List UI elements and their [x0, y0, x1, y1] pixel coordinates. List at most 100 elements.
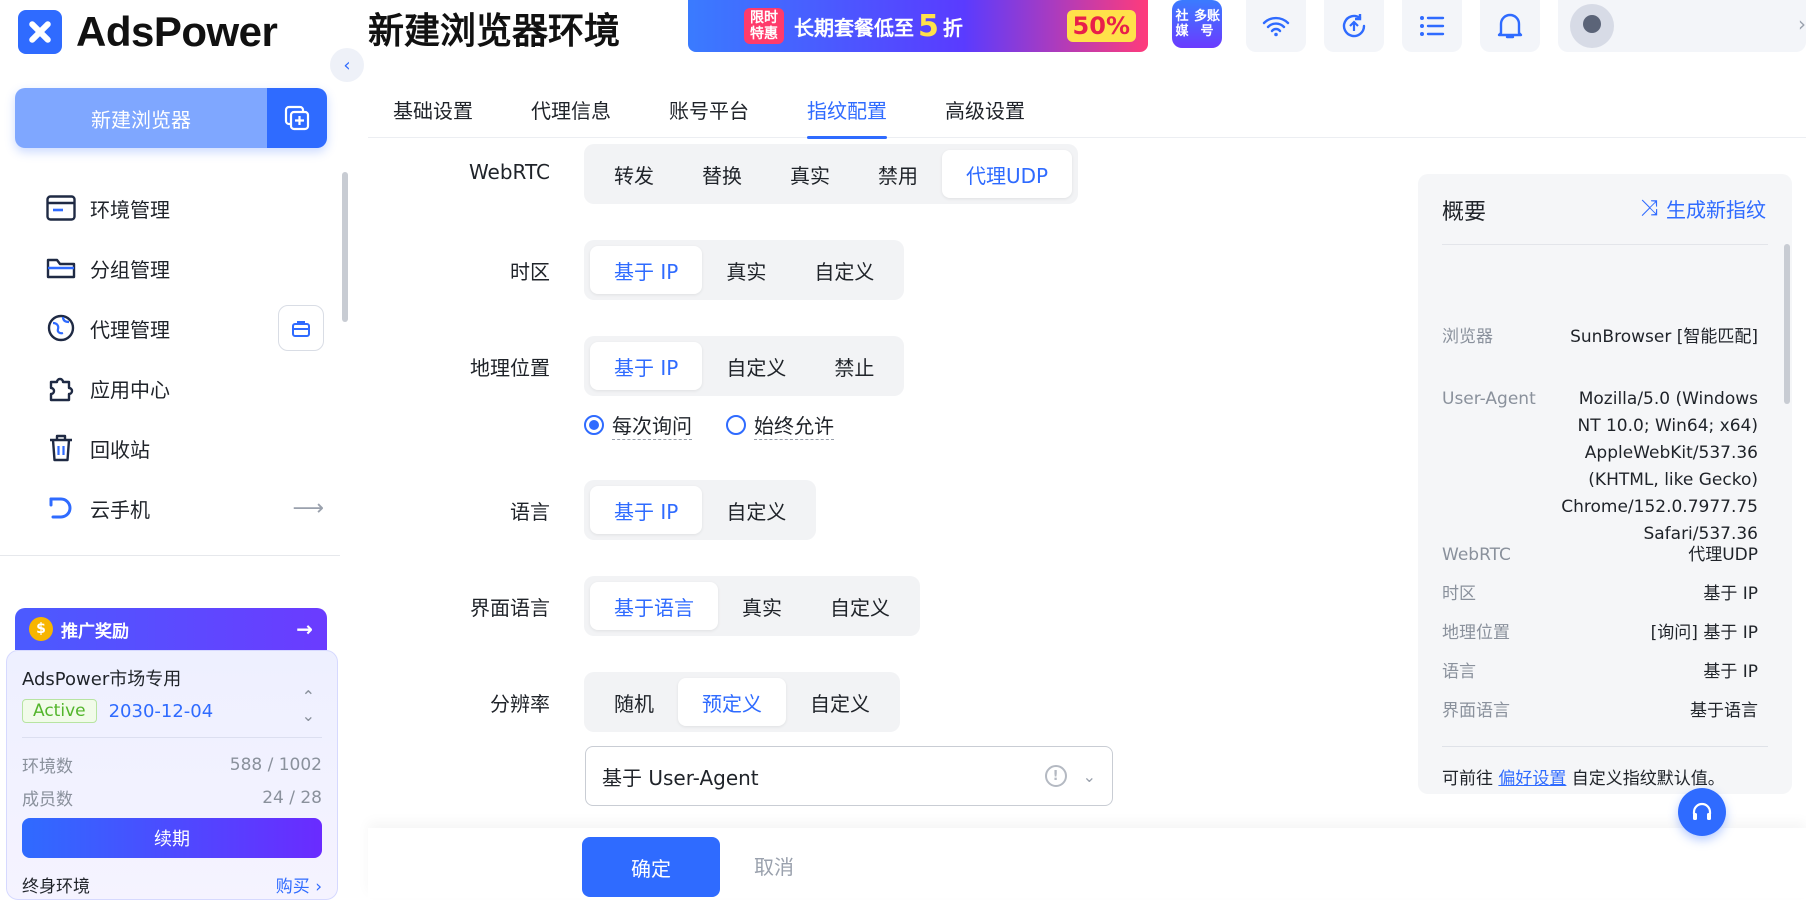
geolocation-option-custom[interactable]: 自定义 — [702, 342, 810, 390]
buy-link[interactable]: 购买 › — [276, 872, 322, 897]
tab-proxy[interactable]: 代理信息 — [506, 80, 636, 138]
ui-language-label: 界面语言 — [470, 596, 550, 620]
promo-reward-bar[interactable]: $ 推广奖励 → — [15, 608, 327, 650]
geolocation-option-block[interactable]: 禁止 — [810, 342, 898, 390]
sidebar-item-apps[interactable]: 应用中心 — [44, 358, 324, 418]
collapse-sidebar-icon[interactable]: ‹ — [330, 48, 364, 82]
summary-scrollbar[interactable] — [1784, 244, 1790, 404]
webrtc-option-forward[interactable]: 转发 — [590, 150, 678, 198]
arrow-right-icon: ⟶ — [292, 495, 324, 521]
summary-row-browser: 浏览器 SunBrowser [智能匹配] — [1442, 327, 1758, 347]
resolution-select-value: 基于 User-Agent — [602, 765, 759, 790]
puzzle-icon — [44, 371, 78, 405]
logo-text: AdsPower — [76, 8, 278, 55]
renew-button[interactable]: 续期 — [22, 818, 322, 858]
cloud-phone-icon — [44, 491, 78, 525]
tab-basic[interactable]: 基础设置 — [368, 80, 498, 138]
language-option-ip[interactable]: 基于 IP — [590, 486, 703, 534]
tab-platform[interactable]: 账号平台 — [644, 80, 774, 138]
webrtc-option-disable[interactable]: 禁用 — [854, 150, 942, 198]
promo-banner[interactable]: 限时 特惠 长期套餐低至 5 折 50% — [688, 0, 1148, 52]
radio-ask-each-time[interactable] — [584, 415, 604, 435]
lifetime-env-label: 终身环境 — [22, 877, 90, 897]
resolution-option-predefined[interactable]: 预定义 — [678, 678, 786, 726]
radio-allow-label[interactable]: 始终允许 — [754, 410, 834, 440]
sidebar-item-group[interactable]: 分组管理 — [44, 238, 324, 298]
sidebar-item-label: 云手机 — [90, 497, 150, 522]
folder-icon — [44, 251, 78, 285]
env-count-label: 环境数 — [22, 757, 73, 777]
language-segmented: 基于 IP 自定义 — [584, 480, 817, 540]
sidebar-divider — [0, 555, 340, 556]
chevron-right-icon: › — [1798, 12, 1806, 36]
network-icon[interactable] — [1246, 0, 1306, 52]
resolution-option-custom[interactable]: 自定义 — [786, 678, 894, 726]
sidebar-item-trash[interactable]: 回收站 — [44, 418, 324, 478]
webrtc-option-proxy-udp[interactable]: 代理UDP — [942, 150, 1073, 198]
timezone-segmented: 基于 IP 真实 自定义 — [584, 240, 905, 300]
support-headset-icon[interactable] — [1678, 788, 1726, 836]
tab-fingerprint[interactable]: 指纹配置 — [782, 80, 912, 139]
summary-row-geolocation: 地理位置 [询问] 基于 IP — [1442, 623, 1758, 643]
geolocation-permission-radios: 每次询问 始终允许 — [584, 410, 868, 440]
shuffle-icon: ⤨ — [1640, 196, 1658, 221]
summary-title: 概要 — [1442, 200, 1487, 225]
generate-label: 生成新指纹 — [1666, 198, 1766, 222]
tab-advanced[interactable]: 高级设置 — [920, 80, 1050, 138]
summary-panel: 概要 ⤨ 生成新指纹 浏览器 SunBrowser [智能匹配] User-Age… — [1418, 174, 1792, 794]
ui-language-option-real[interactable]: 真实 — [718, 582, 806, 630]
radio-always-allow[interactable] — [726, 415, 746, 435]
sidebar-item-proxy[interactable]: 代理管理 — [44, 298, 324, 358]
sidebar-item-label: 回收站 — [90, 437, 150, 462]
logo[interactable]: AdsPower — [18, 8, 278, 56]
timezone-option-real[interactable]: 真实 — [702, 246, 790, 294]
task-list-icon[interactable] — [1402, 0, 1462, 52]
resolution-option-random[interactable]: 随机 — [590, 678, 678, 726]
coin-icon: $ — [29, 617, 53, 641]
webrtc-option-replace[interactable]: 替换 — [678, 150, 766, 198]
ui-language-option-custom[interactable]: 自定义 — [806, 582, 914, 630]
new-browser-button[interactable]: 新建浏览器 — [15, 88, 327, 148]
sidebar-scrollbar[interactable] — [342, 172, 348, 322]
new-browser-label[interactable]: 新建浏览器 — [15, 88, 267, 148]
timezone-label: 时区 — [510, 260, 550, 284]
batch-add-icon[interactable] — [267, 88, 327, 148]
main-content: 基础设置 代理信息 账号平台 指纹配置 高级设置 WebRTC 转发 替换 真实… — [368, 60, 1806, 898]
banner-text: 长期套餐低至 — [794, 15, 914, 40]
member-count-value: 24 / 28 — [262, 787, 322, 808]
social-multi-account-button[interactable]: 社媒 多账号 — [1172, 0, 1222, 48]
plan-name: AdsPower市场专用 — [22, 669, 182, 690]
trash-icon — [44, 431, 78, 465]
radio-ask-label[interactable]: 每次询问 — [612, 410, 692, 440]
language-option-custom[interactable]: 自定义 — [702, 486, 810, 534]
promo-label: 推广奖励 — [61, 621, 129, 642]
preference-note: 可前往 偏好设置 自定义指纹默认值。 — [1442, 769, 1725, 789]
member-count-label: 成员数 — [22, 790, 73, 810]
banner-percent: 50% — [1066, 10, 1136, 42]
generate-fingerprint-button[interactable]: ⤨ 生成新指纹 — [1640, 194, 1766, 223]
sync-icon[interactable] — [1324, 0, 1384, 52]
info-icon[interactable]: ! — [1044, 765, 1067, 787]
cancel-button[interactable]: 取消 — [754, 851, 794, 880]
timezone-option-ip[interactable]: 基于 IP — [590, 246, 703, 294]
preferences-link[interactable]: 偏好设置 — [1498, 769, 1566, 789]
expand-icon[interactable]: ⌃ ⌄ — [302, 687, 315, 725]
timezone-option-custom[interactable]: 自定义 — [790, 246, 898, 294]
geolocation-option-ip[interactable]: 基于 IP — [590, 342, 703, 390]
user-menu[interactable]: › — [1558, 0, 1806, 52]
sidebar-nav: 环境管理 分组管理 代理管理 应用中心 回收站 云手机 ⟶ — [44, 178, 324, 538]
plan-card: AdsPower市场专用 Active 2030-12-04 ⌃ ⌄ 环境数 58… — [6, 650, 338, 900]
header: 新建浏览器环境 限时 特惠 长期套餐低至 5 折 50% 社媒 多账号 › — [352, 0, 1806, 60]
webrtc-option-real[interactable]: 真实 — [766, 150, 854, 198]
sidebar-item-cloud-phone[interactable]: 云手机 ⟶ — [44, 478, 324, 538]
ui-language-option-by-language[interactable]: 基于语言 — [590, 582, 718, 630]
confirm-button[interactable]: 确定 — [582, 837, 720, 897]
sidebar-item-env[interactable]: 环境管理 — [44, 178, 324, 238]
notification-bell-icon[interactable] — [1480, 0, 1540, 52]
geolocation-label: 地理位置 — [470, 356, 550, 380]
banner-unit: 折 — [942, 15, 963, 40]
avatar — [1570, 4, 1614, 48]
resolution-select[interactable]: 基于 User-Agent ! ⌄ — [585, 746, 1113, 806]
arrow-right-icon: → — [296, 617, 313, 641]
proxy-shop-icon[interactable] — [278, 305, 324, 351]
